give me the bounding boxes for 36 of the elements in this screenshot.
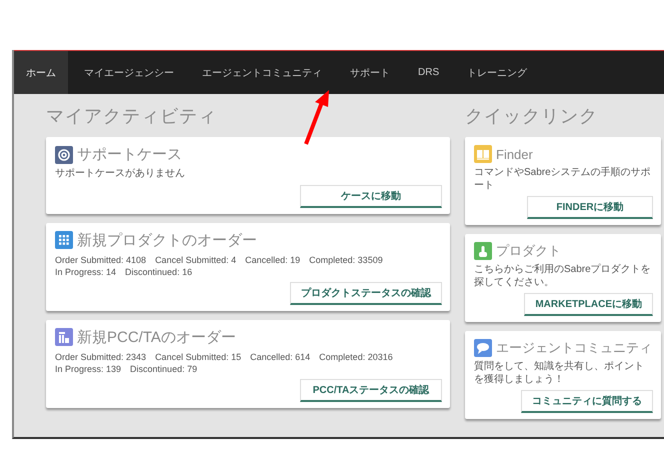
nav-tab[interactable]: トレーニング (455, 51, 540, 94)
card-description: サポートケースがありません (55, 168, 186, 180)
order-stat: Cancelled: 614 (250, 350, 310, 363)
order-stat: In Progress: 14 (55, 266, 116, 278)
card-title: エージェントコミュニティ (496, 339, 652, 357)
nav-tab[interactable]: エージェントコミュニティ (190, 51, 334, 94)
card-description: こちらからご利用のSabreプロダクトを探してください。 (474, 264, 652, 289)
card-title: プロダクト (496, 242, 561, 260)
card-title: 新規プロダクトのオーダー (77, 230, 257, 250)
nav-tab[interactable]: ホーム (14, 51, 68, 94)
order-stat: Order Submitted: 2343 (55, 350, 146, 363)
card-button[interactable]: PCC/TAステータスの確認 (300, 379, 442, 402)
card-title: Finder (496, 146, 533, 162)
card-button[interactable]: プロダクトステータスの確認 (290, 282, 442, 305)
order-stat: Cancel Submitted: 15 (155, 350, 242, 363)
order-stat: Completed: 20316 (319, 350, 393, 363)
nav-tab[interactable]: DRS (406, 51, 452, 94)
order-stat: Completed: 33509 (309, 254, 383, 266)
card-title: サポートケース (77, 145, 182, 164)
nav-tab[interactable]: サポート (338, 51, 402, 94)
card-button[interactable]: FINDERに移動 (527, 196, 653, 219)
card-description: 質問をして、知識を共有し、ポイントを獲得しましょう！ (474, 361, 645, 386)
card-button[interactable]: MARKETPLACEに移動 (524, 293, 653, 316)
order-stat: Cancel Submitted: 4 (155, 254, 236, 266)
order-stat: In Progress: 139 (55, 362, 122, 376)
order-stat: Discontinued: 16 (125, 266, 192, 278)
order-stat: Discontinued: 79 (130, 362, 198, 376)
section-heading: マイアクティビティ (46, 105, 218, 128)
card-button[interactable]: ケースに移動 (300, 184, 442, 208)
section-heading: クイックリンク (465, 105, 599, 128)
order-stat: Cancelled: 19 (245, 254, 300, 266)
card-title: 新規PCC/TAのオーダー (77, 328, 236, 347)
card-button[interactable]: コミュニティに質問する (521, 390, 653, 413)
card-description: コマンドやSabreシステムの手順のサポート (474, 167, 652, 192)
order-stat: Order Submitted: 4108 (55, 254, 146, 266)
nav-tab[interactable]: マイエージェンシー (72, 51, 186, 94)
